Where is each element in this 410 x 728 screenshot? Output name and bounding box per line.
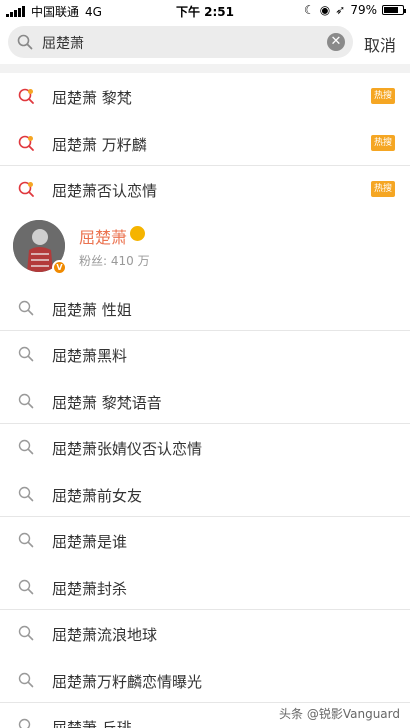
suggestion-label: 屈楚萧 万籽麟 — [52, 135, 147, 154]
status-right: ☾ ◉ ➶ 79% — [304, 3, 406, 17]
location-icon: ➶ — [335, 3, 346, 17]
verified-badge: V — [52, 259, 67, 275]
suggestion-label: 屈楚萧张婧仪否认恋情 — [52, 440, 203, 458]
close-circle-icon[interactable]: ✕ — [327, 33, 345, 51]
hot-badge: 热搜 — [371, 181, 395, 197]
suggestion-label: 屈楚萧 性姐 — [52, 300, 132, 319]
hot-search-icon — [18, 135, 34, 151]
suggestion-label: 屈楚萧 黎梵 — [52, 89, 132, 107]
suggestion-item[interactable]: 屈楚萧万籽麟恋情曝光 — [0, 657, 410, 704]
hot-suggestion-item[interactable]: 屈楚萧否认恋情 热搜 — [0, 166, 410, 213]
watermark: 头条 @锐影Vanguard — [279, 707, 400, 721]
search-icon — [18, 346, 34, 362]
search-bar: 屈楚萧 ✕ 取消 — [0, 22, 410, 64]
hot-search-icon — [18, 181, 34, 197]
suggestion-label: 屈楚萧前女友 — [52, 486, 143, 505]
suggestion-label: 屈楚萧流浪地球 — [52, 626, 158, 644]
suggestion-item[interactable]: 屈楚萧封杀 — [0, 564, 410, 611]
search-icon — [18, 486, 34, 501]
battery-fill — [384, 7, 399, 13]
moon-icon: ☾ — [304, 3, 315, 17]
section-divider — [0, 64, 410, 73]
suggestion-list: 屈楚萧 黎梵 热搜 屈楚萧 万籽麟 热搜 屈楚萧否认恋情 热搜 V 屈楚萧 粉丝… — [0, 73, 410, 728]
search-icon — [18, 672, 34, 687]
user-name[interactable]: 屈楚萧 — [79, 224, 127, 248]
search-icon — [18, 300, 34, 315]
suggestion-label: 屈楚萧否认恋情 — [52, 182, 158, 200]
suggestion-label: 屈楚萧 黎梵语音 — [52, 393, 162, 412]
suggestion-label: 屈楚萧黑料 — [52, 347, 128, 365]
search-icon — [18, 532, 34, 548]
search-input[interactable]: 屈楚萧 ✕ — [8, 26, 353, 58]
suggestion-item[interactable]: 屈楚萧张婧仪否认恋情 — [0, 424, 410, 471]
suggestion-item[interactable]: 屈楚萧 性姐 — [0, 285, 410, 332]
hot-suggestion-item[interactable]: 屈楚萧 黎梵 热搜 — [0, 73, 410, 120]
search-icon — [18, 579, 34, 594]
hot-search-icon — [18, 88, 34, 104]
search-icon — [18, 439, 34, 455]
hot-badge: 热搜 — [371, 88, 395, 104]
search-query: 屈楚萧 — [42, 36, 84, 52]
status-bar: 中国联通 4G 下午 2:51 ☾ ◉ ➶ 79% — [0, 0, 410, 22]
fans-count: 粉丝: 410 万 — [79, 253, 150, 268]
battery-icon — [382, 5, 406, 15]
user-result-card[interactable]: V 屈楚萧 粉丝: 410 万 — [0, 213, 410, 285]
suggestion-item[interactable]: 屈楚萧 黎梵语音 — [0, 378, 410, 425]
suggestion-item[interactable]: 屈楚萧是谁 — [0, 517, 410, 564]
suggestion-item[interactable]: 屈楚萧流浪地球 — [0, 610, 410, 657]
crown-icon — [130, 225, 145, 241]
search-icon — [17, 34, 33, 50]
cancel-button[interactable]: 取消 — [364, 32, 396, 56]
suggestion-label: 屈楚萧封杀 — [52, 579, 128, 598]
suggestion-label: 屈楚萧万籽麟恋情曝光 — [52, 672, 203, 691]
suggestion-item[interactable]: 屈楚萧前女友 — [0, 471, 410, 518]
search-icon — [18, 625, 34, 641]
search-icon — [18, 393, 34, 408]
suggestion-label: 屈楚萧是谁 — [52, 533, 128, 551]
search-icon — [18, 718, 31, 728]
suggestion-label: 屈楚萧 丘琲 — [52, 719, 132, 728]
battery-percent: 79% — [350, 3, 377, 17]
lock-rotation-icon: ◉ — [319, 3, 331, 17]
suggestion-item[interactable]: 屈楚萧黑料 — [0, 331, 410, 378]
hot-badge: 热搜 — [371, 134, 395, 151]
hot-suggestion-item[interactable]: 屈楚萧 万籽麟 热搜 — [0, 120, 410, 167]
